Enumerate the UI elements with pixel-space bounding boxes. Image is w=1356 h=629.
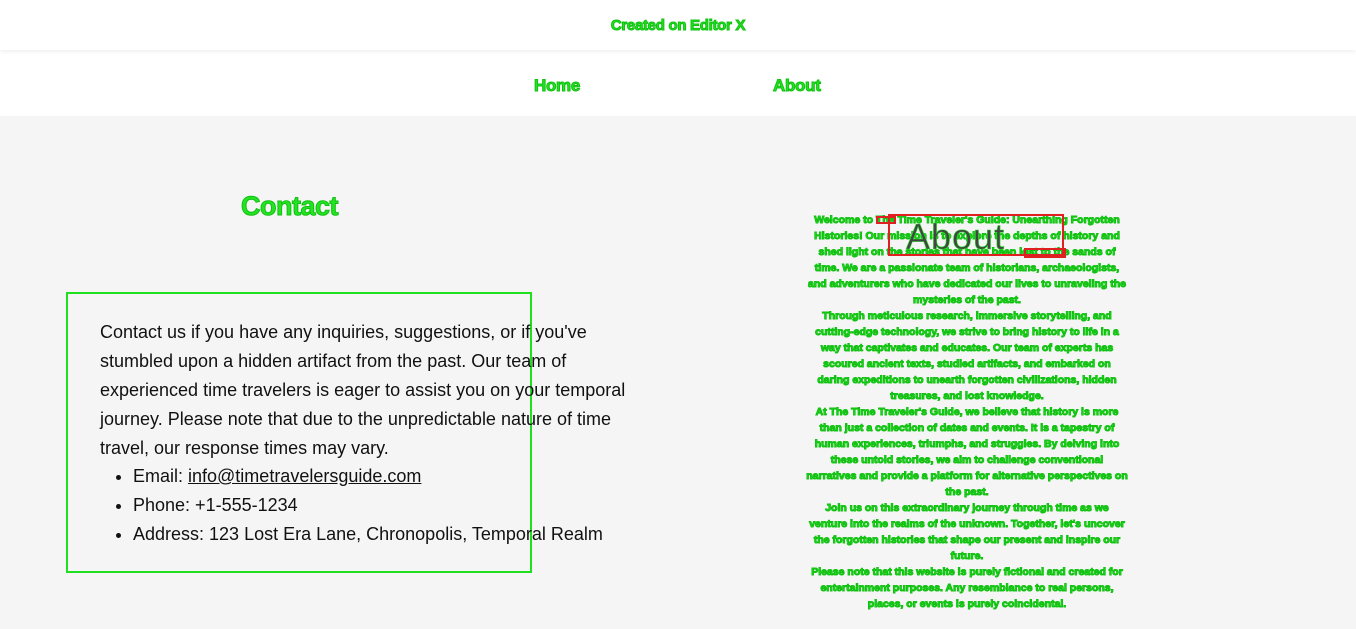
contact-title: Contact (241, 191, 340, 222)
marker-box (876, 216, 896, 224)
about-paragraph: At The Time Traveler's Guide, we believe… (806, 406, 1129, 499)
main-content: Contact Contact us if you have any inqui… (0, 116, 1356, 629)
contact-email-item: Email: info@timetravelersguide.com (133, 462, 653, 491)
about-text-column: Welcome to The Time Traveler's Guide: Un… (806, 212, 1129, 612)
email-label: Email: (133, 466, 189, 486)
about-paragraph: Through meticulous research, immersive s… (815, 310, 1120, 403)
editor-x-banner: Created on Editor X (0, 0, 1356, 50)
marker-box (1024, 248, 1066, 258)
top-nav: Home About (0, 50, 1356, 116)
contact-intro: Contact us if you have any inquiries, su… (100, 322, 626, 458)
about-paragraph: Join us on this extraordinary journey th… (809, 502, 1126, 563)
about-heading: About (906, 216, 1006, 258)
contact-list: Email: info@timetravelersguide.com Phone… (100, 462, 653, 549)
contact-box: Contact us if you have any inquiries, su… (66, 292, 625, 573)
nav-link-home[interactable]: Home (533, 76, 580, 96)
banner-text[interactable]: Created on Editor X (610, 16, 746, 34)
contact-address-item: Address: 123 Lost Era Lane, Chronopolis,… (133, 520, 653, 549)
nav-link-about[interactable]: About (773, 76, 822, 96)
contact-phone-item: Phone: +1-555-1234 (133, 491, 653, 520)
about-paragraph: Please note that this website is purely … (811, 566, 1124, 611)
email-link[interactable]: info@timetravelersguide.com (188, 466, 421, 486)
